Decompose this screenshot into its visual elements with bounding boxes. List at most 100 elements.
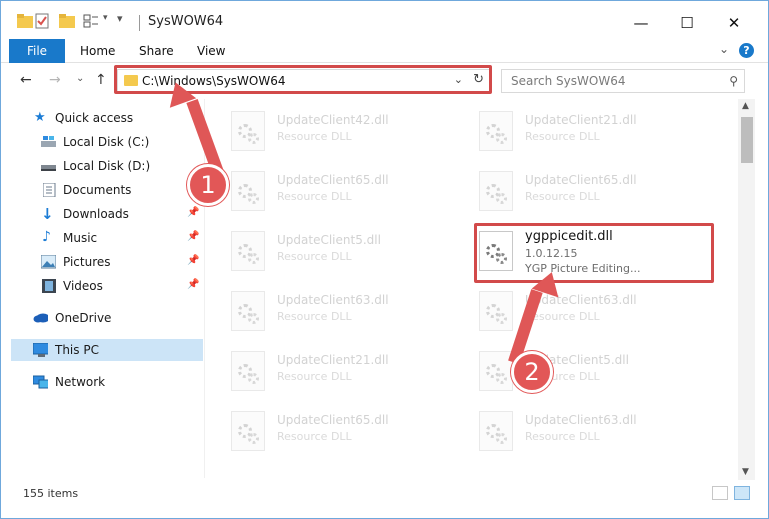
dll-file-icon bbox=[479, 411, 513, 451]
file-type: Resource DLL bbox=[277, 130, 352, 143]
customize-toolbar-icon[interactable]: ▾ bbox=[117, 12, 123, 25]
scroll-up-icon[interactable]: ▲ bbox=[742, 101, 749, 111]
vertical-scrollbar[interactable]: ▲ ▼ bbox=[738, 99, 755, 480]
list-item[interactable]: UpdateClient5.dll Resource DLL bbox=[453, 343, 693, 391]
file-type: Resource DLL bbox=[525, 430, 600, 443]
list-item[interactable]: UpdateClient21.dll Resource DLL bbox=[205, 343, 445, 391]
sidebar-item-this-pc[interactable]: This PC bbox=[11, 339, 203, 361]
sidebar-item-pictures[interactable]: Pictures 📌 bbox=[1, 251, 205, 273]
sidebar-item-network[interactable]: Network bbox=[1, 371, 205, 393]
file-name: UpdateClient65.dll bbox=[277, 413, 389, 427]
pin-icon[interactable]: 📌 bbox=[187, 255, 199, 266]
music-note-icon: ♪ bbox=[42, 229, 51, 245]
sidebar-item-label: Local Disk (D:) bbox=[63, 159, 151, 173]
dll-file-icon bbox=[231, 411, 265, 451]
list-item[interactable]: UpdateClient65.dll Resource DLL bbox=[205, 403, 445, 451]
dll-file-icon bbox=[231, 351, 265, 391]
file-name: UpdateClient21.dll bbox=[277, 353, 389, 367]
sidebar-item-label: OneDrive bbox=[55, 311, 112, 325]
sidebar-item-videos[interactable]: Videos 📌 bbox=[1, 275, 205, 297]
list-item[interactable]: UpdateClient63.dll Resource DLL bbox=[453, 403, 693, 451]
list-item[interactable]: UpdateClient63.dll Resource DLL bbox=[453, 283, 693, 331]
new-folder-icon[interactable] bbox=[59, 14, 75, 28]
sidebar-item-label: Music bbox=[63, 231, 98, 245]
star-icon: ★ bbox=[34, 110, 46, 125]
view-options-icon[interactable] bbox=[83, 13, 99, 29]
pin-icon[interactable]: 📌 bbox=[187, 231, 199, 242]
file-type: Resource DLL bbox=[277, 430, 352, 443]
file-name: UpdateClient42.dll bbox=[277, 113, 389, 127]
pin-icon[interactable]: 📌 bbox=[187, 207, 199, 218]
minimize-button[interactable]: — bbox=[618, 9, 664, 37]
list-item[interactable]: UpdateClient65.dll Resource DLL bbox=[205, 163, 445, 211]
recent-locations-chevron-icon[interactable]: ⌄ bbox=[76, 73, 84, 84]
sidebar-item-local-disk-d[interactable]: Local Disk (D:) bbox=[1, 155, 205, 177]
file-type: Resource DLL bbox=[277, 370, 352, 383]
sidebar-item-documents[interactable]: Documents bbox=[1, 179, 205, 201]
file-type: Resource DLL bbox=[277, 310, 352, 323]
download-arrow-icon: ↓ bbox=[41, 205, 54, 223]
search-icon[interactable]: ⚲ bbox=[729, 74, 738, 88]
sidebar-item-music[interactable]: ♪ Music 📌 bbox=[1, 227, 205, 249]
title-separator bbox=[139, 15, 140, 31]
list-item[interactable]: UpdateClient5.dll Resource DLL bbox=[205, 223, 445, 271]
expand-ribbon-icon[interactable]: ⌄ bbox=[719, 42, 729, 56]
list-item[interactable]: UpdateClient21.dll Resource DLL bbox=[453, 103, 693, 151]
file-name: UpdateClient63.dll bbox=[525, 413, 637, 427]
dll-file-icon bbox=[479, 171, 513, 211]
title-bar: ▾ ▾ SysWOW64 — ☐ ✕ bbox=[1, 1, 768, 39]
folder-icon bbox=[17, 14, 33, 28]
list-item[interactable]: UpdateClient63.dll Resource DLL bbox=[205, 283, 445, 331]
tab-home[interactable]: Home bbox=[80, 39, 115, 63]
sidebar-item-quick-access[interactable]: ★ Quick access bbox=[1, 107, 205, 129]
sidebar-item-label: This PC bbox=[55, 343, 99, 357]
tab-view[interactable]: View bbox=[197, 39, 225, 63]
list-item[interactable]: UpdateClient42.dll Resource DLL bbox=[205, 103, 445, 151]
dll-file-icon bbox=[231, 231, 265, 271]
picture-icon bbox=[41, 255, 56, 269]
large-icons-view-icon[interactable] bbox=[734, 486, 750, 500]
up-arrow-icon[interactable]: ↑ bbox=[95, 72, 107, 88]
sidebar-item-label: Videos bbox=[63, 279, 103, 293]
file-type: Resource DLL bbox=[277, 250, 352, 263]
file-type: Resource DLL bbox=[277, 190, 352, 203]
search-input[interactable]: Search SysWOW64 ⚲ bbox=[501, 69, 745, 93]
help-icon[interactable]: ? bbox=[739, 43, 754, 58]
ribbon-tabs: File Home Share View ⌄ ? bbox=[1, 39, 768, 63]
tab-share[interactable]: Share bbox=[139, 39, 174, 63]
details-view-icon[interactable] bbox=[712, 486, 728, 500]
scroll-down-icon[interactable]: ▼ bbox=[742, 467, 749, 477]
sidebar-item-label: Pictures bbox=[63, 255, 111, 269]
file-highlight-box bbox=[474, 223, 714, 283]
file-name: UpdateClient65.dll bbox=[277, 173, 389, 187]
sidebar-item-onedrive[interactable]: OneDrive bbox=[1, 307, 205, 329]
dll-file-icon bbox=[231, 111, 265, 151]
sidebar-item-label: Local Disk (C:) bbox=[63, 135, 150, 149]
film-icon bbox=[42, 279, 56, 293]
file-name: UpdateClient63.dll bbox=[277, 293, 389, 307]
file-name: UpdateClient21.dll bbox=[525, 113, 637, 127]
drive-icon bbox=[41, 136, 56, 147]
maximize-button[interactable]: ☐ bbox=[664, 9, 710, 37]
dll-file-icon bbox=[479, 111, 513, 151]
computer-icon bbox=[33, 343, 48, 357]
file-name: UpdateClient5.dll bbox=[277, 233, 381, 247]
window-title: SysWOW64 bbox=[148, 14, 224, 29]
sidebar-item-label: Documents bbox=[63, 183, 132, 197]
list-item[interactable]: UpdateClient65.dll Resource DLL bbox=[453, 163, 693, 211]
pin-icon[interactable]: 📌 bbox=[187, 279, 199, 290]
back-arrow-icon[interactable]: ← bbox=[20, 72, 32, 88]
properties-checkmark-icon[interactable] bbox=[35, 13, 49, 29]
file-list: UpdateClient42.dll Resource DLL UpdateCl… bbox=[205, 99, 738, 478]
forward-arrow-icon[interactable]: → bbox=[49, 72, 61, 88]
search-placeholder: Search SysWOW64 bbox=[511, 74, 626, 88]
chevron-down-icon[interactable]: ▾ bbox=[103, 13, 108, 23]
dll-file-icon bbox=[479, 351, 513, 391]
close-button[interactable]: ✕ bbox=[711, 9, 757, 37]
tab-file[interactable]: File bbox=[9, 39, 65, 63]
sidebar-item-downloads[interactable]: ↓ Downloads 📌 bbox=[1, 203, 205, 225]
dll-file-icon bbox=[231, 291, 265, 331]
sidebar-item-local-disk-c[interactable]: Local Disk (C:) bbox=[1, 131, 205, 153]
sidebar-item-label: Quick access bbox=[55, 111, 134, 125]
scrollbar-thumb[interactable] bbox=[741, 117, 753, 163]
